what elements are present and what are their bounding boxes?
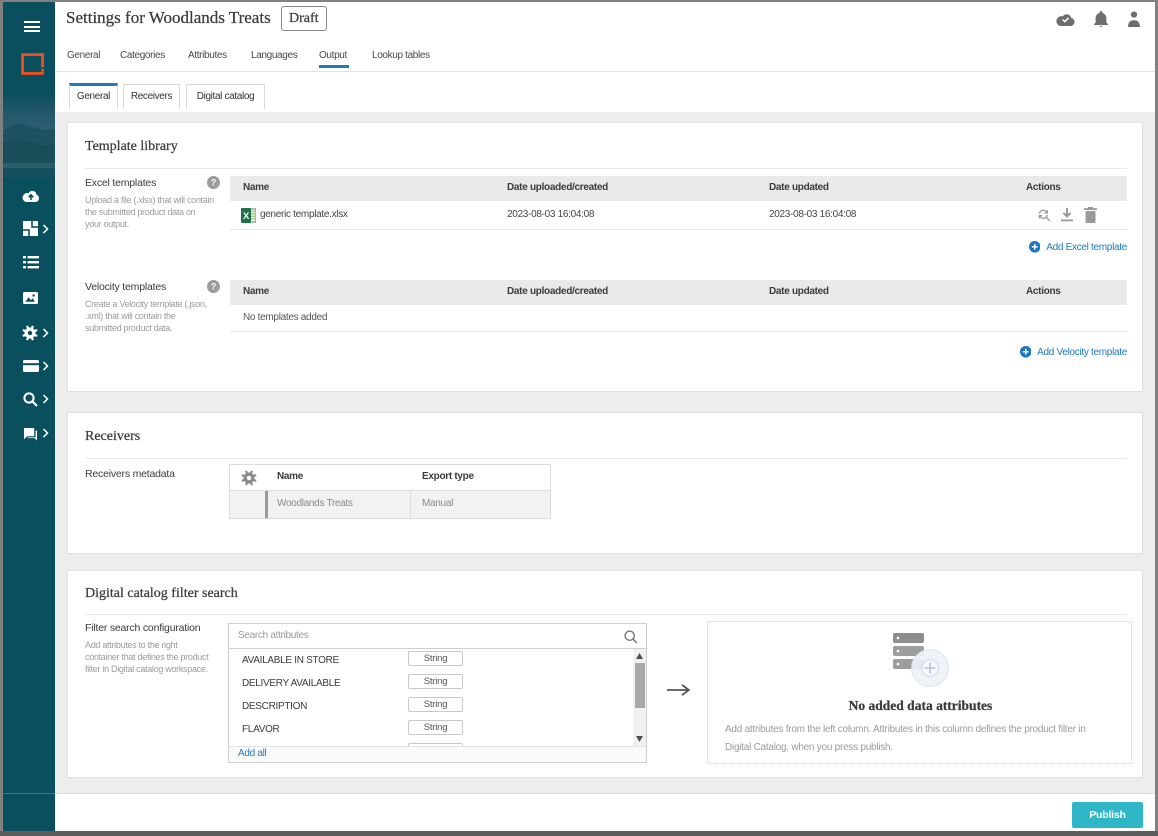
svg-text:?: ? bbox=[211, 178, 217, 188]
svg-text:?: ? bbox=[211, 282, 217, 292]
svg-text:X: X bbox=[243, 211, 250, 222]
